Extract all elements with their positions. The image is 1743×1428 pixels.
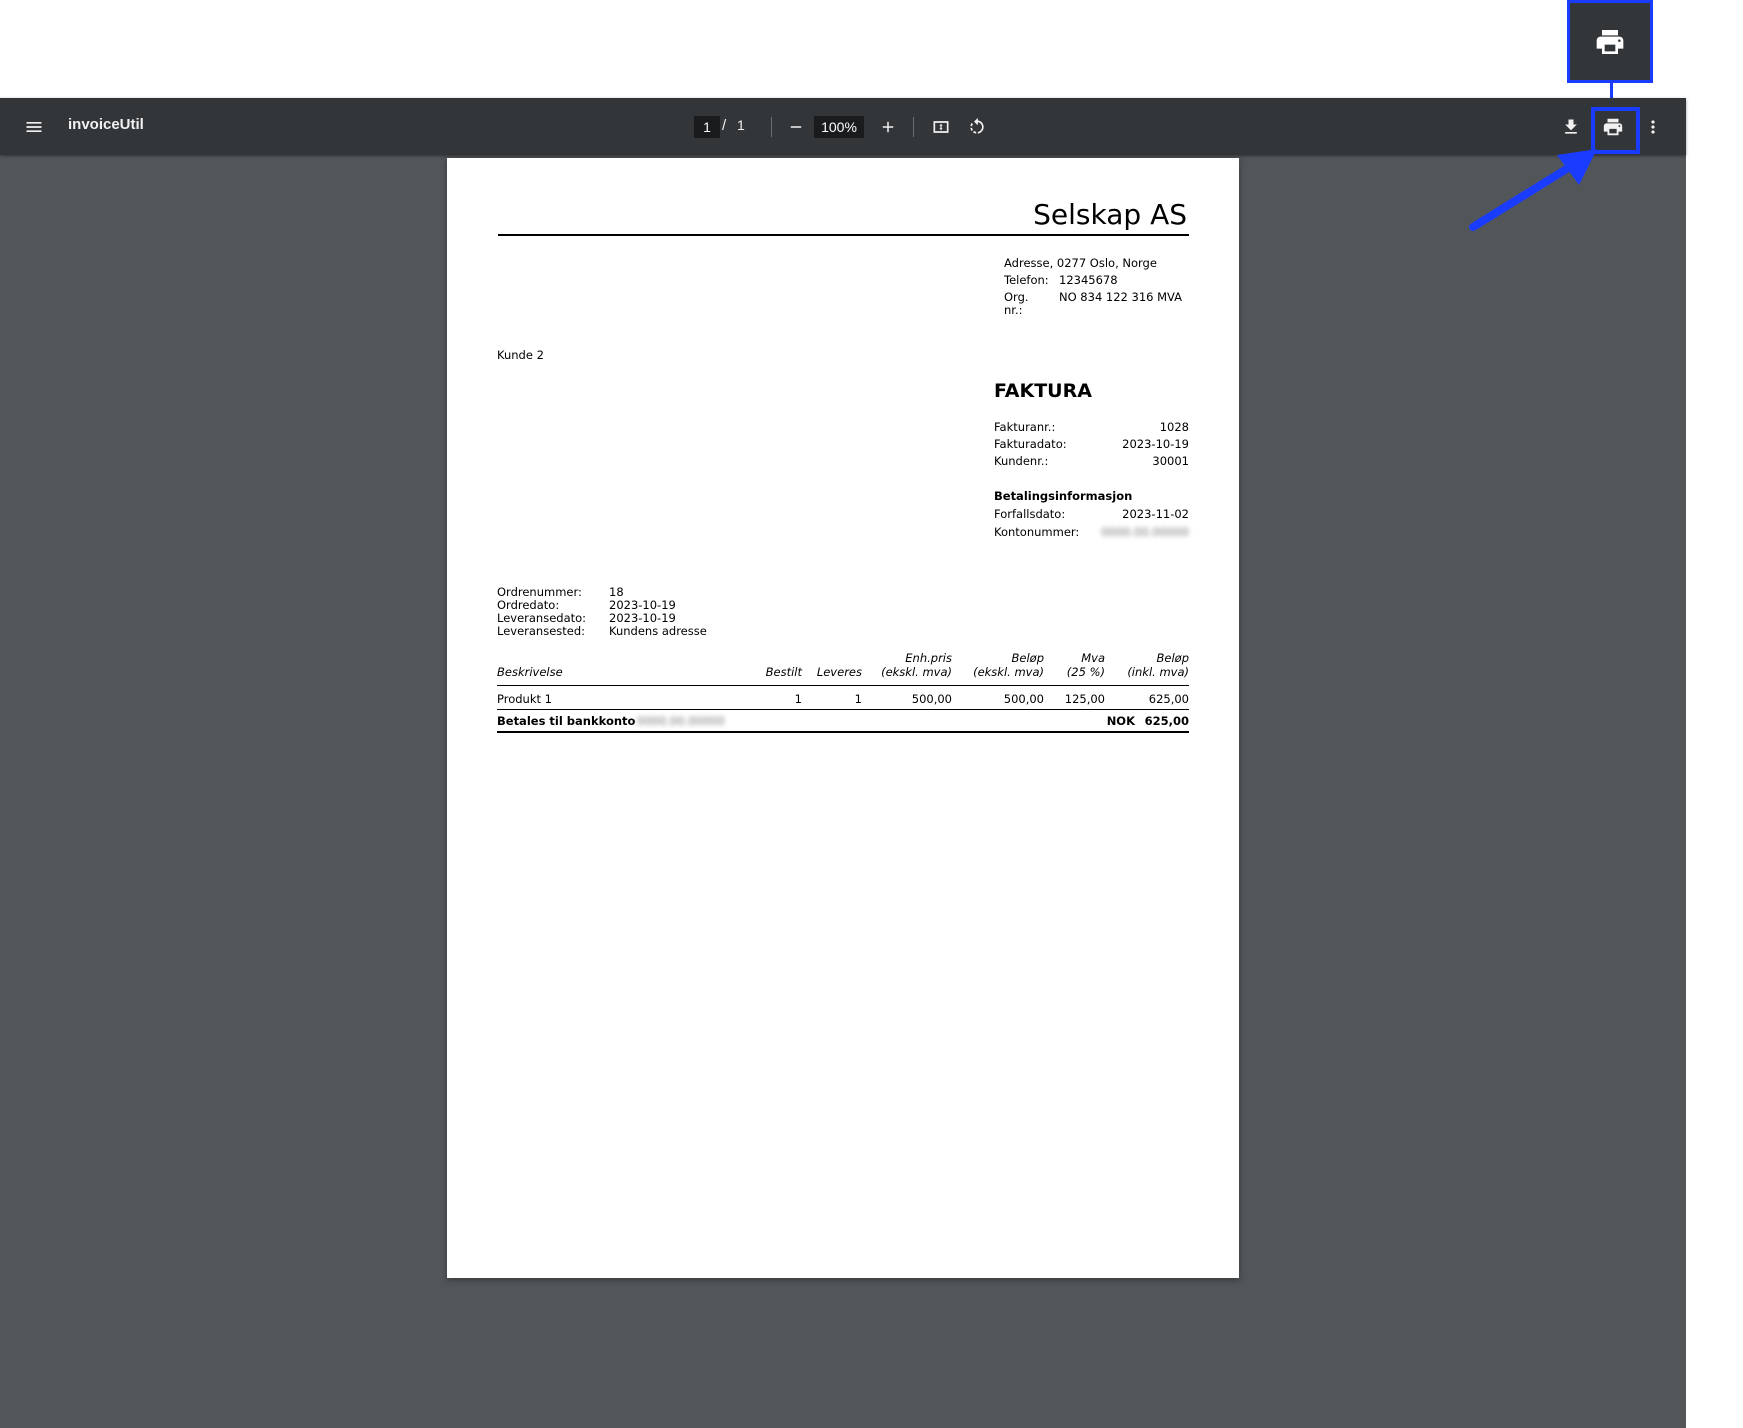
col-belop-sub: (ekskl. mva) bbox=[973, 665, 1044, 679]
more-actions-button[interactable] bbox=[1638, 112, 1668, 142]
menu-button[interactable] bbox=[19, 112, 49, 142]
col-belop: Beløp bbox=[1011, 651, 1045, 665]
levsted-value: Kundens adresse bbox=[609, 624, 707, 638]
customer-name: Kunde 2 bbox=[497, 348, 544, 362]
levdato-label: Leveransedato: bbox=[497, 611, 587, 625]
page-number-input[interactable]: 1 bbox=[694, 116, 720, 138]
download-button[interactable] bbox=[1556, 112, 1586, 142]
pdf-page: Selskap AS Adresse, 0277 Oslo, Norge Tel… bbox=[447, 158, 1239, 1278]
row-leveres: 1 bbox=[854, 692, 862, 706]
col-bestilt: Bestilt bbox=[765, 665, 802, 679]
minus-icon bbox=[790, 126, 802, 128]
ordredato-value: 2023-10-19 bbox=[609, 598, 676, 612]
fit-page-icon bbox=[933, 121, 949, 133]
total-value: 625,00 bbox=[1144, 714, 1189, 728]
row-bestilt: 1 bbox=[794, 692, 802, 706]
col-enhpris-sub: (ekskl. mva) bbox=[881, 665, 952, 679]
plus-icon bbox=[882, 121, 894, 133]
more-vertical-icon bbox=[1651, 120, 1655, 134]
total-currency: NOK bbox=[1106, 714, 1135, 728]
levsted-label: Leveransested: bbox=[497, 624, 586, 638]
payment-heading: Betalingsinformasjon bbox=[994, 489, 1133, 503]
fakturanr-label: Fakturanr.: bbox=[994, 420, 1056, 434]
total-account: 0000.00.00000 bbox=[637, 714, 725, 728]
col-belop-inkl: Beløp bbox=[1156, 651, 1190, 665]
download-icon bbox=[1565, 119, 1577, 134]
page-total: 1 bbox=[737, 117, 745, 133]
total-rule bbox=[497, 731, 1189, 733]
total-label: Betales til bankkonto bbox=[497, 714, 636, 728]
toolbar-divider bbox=[771, 117, 772, 137]
ordrenr-value: 18 bbox=[609, 585, 624, 599]
table-header-rule bbox=[497, 685, 1189, 686]
col-mva-sub: (25 %) bbox=[1066, 665, 1105, 679]
forfall-label: Forfallsdato: bbox=[994, 507, 1066, 521]
col-beskrivelse: Beskrivelse bbox=[497, 665, 563, 679]
phone-label: Telefon: bbox=[1004, 273, 1049, 287]
rotate-icon bbox=[970, 117, 984, 134]
row-mva: 125,00 bbox=[1064, 692, 1105, 706]
menu-icon bbox=[26, 122, 42, 132]
fit-page-button[interactable] bbox=[926, 112, 956, 142]
col-belop-inkl-sub: (inkl. mva) bbox=[1127, 665, 1189, 679]
zoom-input[interactable]: 100% bbox=[814, 116, 864, 138]
row-beskrivelse: Produkt 1 bbox=[497, 692, 552, 706]
ordrenr-label: Ordrenummer: bbox=[497, 585, 582, 599]
zoom-out-button[interactable] bbox=[781, 112, 811, 142]
header-rule bbox=[498, 234, 1189, 236]
rotate-button[interactable] bbox=[962, 112, 992, 142]
col-mva: Mva bbox=[1081, 651, 1105, 665]
levdato-value: 2023-10-19 bbox=[609, 611, 676, 625]
phone-value: 12345678 bbox=[1059, 273, 1118, 287]
org-label: Org. bbox=[1004, 290, 1029, 304]
table-row-rule bbox=[497, 709, 1189, 710]
fakturadato-value: 2023-10-19 bbox=[1122, 437, 1189, 451]
fakturadato-label: Fakturadato: bbox=[994, 437, 1067, 451]
row-belop: 500,00 bbox=[1003, 692, 1044, 706]
kundenr-value: 30001 bbox=[1152, 454, 1189, 468]
konto-label: Kontonummer: bbox=[994, 525, 1080, 539]
col-enhpris: Enh.pris bbox=[905, 651, 952, 665]
zoom-in-button[interactable] bbox=[873, 112, 903, 142]
konto-value: 0000.00.00000 bbox=[1101, 525, 1189, 539]
pdf-viewer: invoiceUtil 1 / 1 100% Selskap AS Adress… bbox=[0, 98, 1686, 1428]
arrow-pointer-icon bbox=[1469, 149, 1597, 231]
row-belop-inkl: 625,00 bbox=[1148, 692, 1189, 706]
company-address: Adresse, 0277 Oslo, Norge bbox=[1004, 256, 1157, 270]
toolbar: invoiceUtil 1 / 1 100% bbox=[0, 98, 1686, 155]
ordredato-label: Ordredato: bbox=[497, 598, 560, 612]
row-enhpris: 500,00 bbox=[911, 692, 952, 706]
col-leveres: Leveres bbox=[816, 665, 862, 679]
company-name: Selskap AS bbox=[1033, 198, 1187, 231]
document-title: invoiceUtil bbox=[68, 116, 144, 133]
print-button-zoom-callout bbox=[1567, 0, 1653, 83]
print-icon bbox=[1596, 29, 1624, 54]
kundenr-label: Kundenr.: bbox=[994, 454, 1049, 468]
toolbar-divider bbox=[913, 117, 914, 137]
invoice-heading: FAKTURA bbox=[994, 380, 1092, 402]
org-label-2: nr.: bbox=[1004, 303, 1023, 317]
forfall-value: 2023-11-02 bbox=[1122, 507, 1189, 521]
org-value: NO 834 122 316 MVA bbox=[1059, 290, 1183, 304]
page-separator: / bbox=[722, 117, 727, 134]
fakturanr-value: 1028 bbox=[1159, 420, 1189, 434]
